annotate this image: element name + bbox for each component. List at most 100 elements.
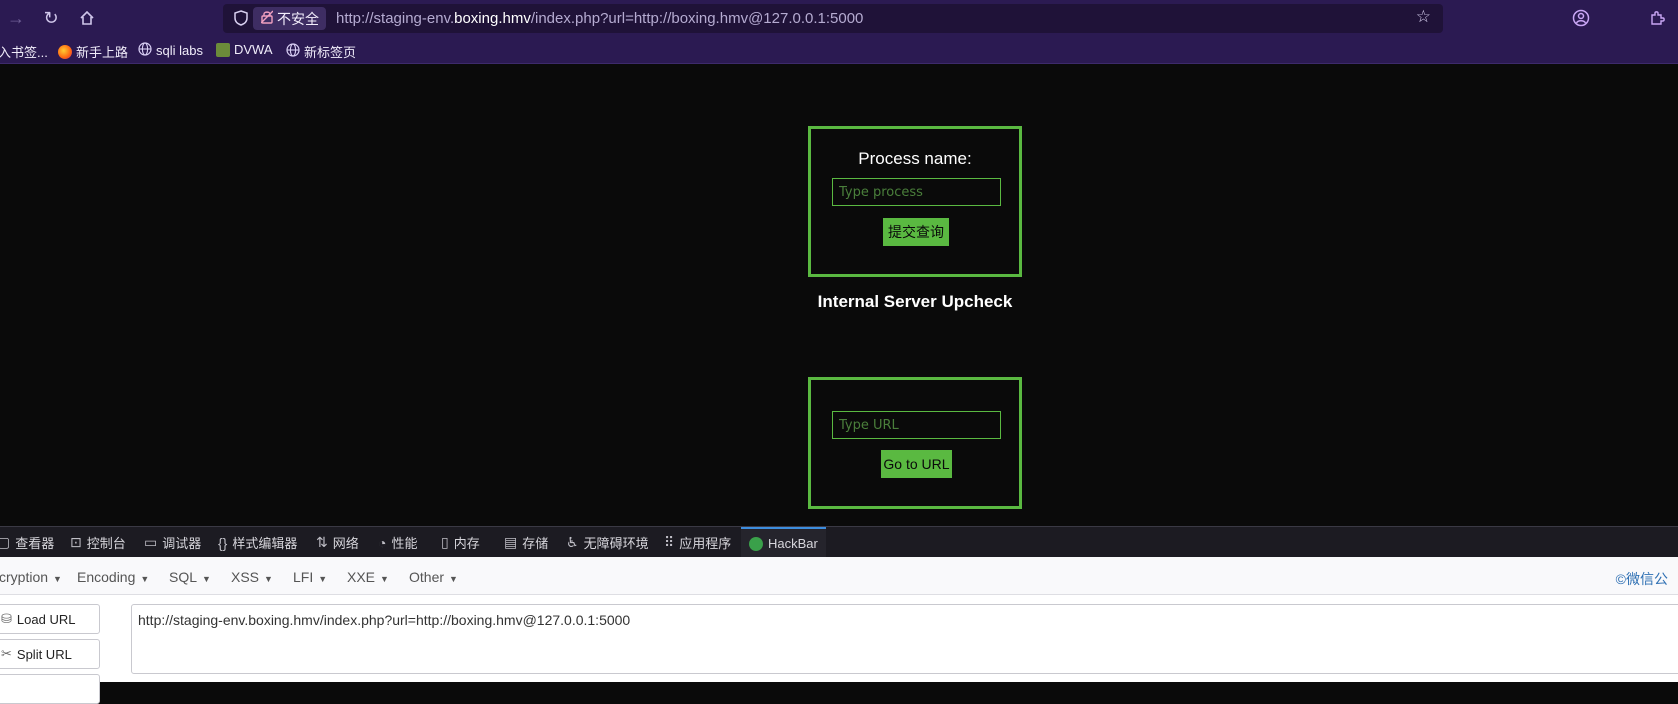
grid-icon: ⠿ xyxy=(664,534,675,550)
menu-label: SQL xyxy=(169,569,198,585)
hackbar-url-textarea[interactable]: http://staging-env.boxing.hmv/index.php?… xyxy=(131,604,1678,674)
credit-link[interactable]: ©微信公 xyxy=(1616,569,1668,589)
tab-label: 内存 xyxy=(453,536,480,551)
url-domain: boxing.hmv xyxy=(454,10,531,27)
go-to-url-button[interactable]: Go to URL xyxy=(881,450,952,478)
menu-encoding[interactable]: Encoding ▼ xyxy=(77,569,149,585)
tab-label: 应用程序 xyxy=(679,536,732,551)
globe-icon xyxy=(286,43,300,60)
network-icon: ⇅ xyxy=(316,534,328,550)
security-indicator[interactable]: 不安全 xyxy=(253,7,326,30)
lock-slash-icon xyxy=(260,10,274,27)
globe-icon xyxy=(138,42,152,59)
caret-down-icon: ▼ xyxy=(140,574,150,584)
forward-icon[interactable]: → xyxy=(4,6,28,30)
url-form-panel: Go to URL xyxy=(808,377,1022,509)
bookmark-label: sqli labs xyxy=(156,43,203,58)
firefox-icon xyxy=(58,44,72,59)
menu-encryption[interactable]: cryption ▼ xyxy=(0,569,62,585)
url-text[interactable]: http://staging-env.boxing.hmv/index.php?… xyxy=(336,10,863,27)
extensions-icon[interactable] xyxy=(1646,7,1668,29)
tab-console[interactable]: ⊡ 控制台 xyxy=(70,527,126,558)
tab-performance[interactable]: ◔ 性能 xyxy=(378,527,417,558)
bookmark-label: DVWA xyxy=(234,42,273,57)
process-name-label: Process name: xyxy=(858,149,972,168)
menu-label: Other xyxy=(409,569,445,585)
button-label: Load URL xyxy=(16,611,76,627)
tab-inspector[interactable]: ▢ 查看器 xyxy=(0,527,54,558)
caret-down-icon: ▼ xyxy=(202,574,211,584)
bookmark-label: 新手上路 xyxy=(76,45,129,60)
menu-lfi[interactable]: LFI ▼ xyxy=(293,569,327,585)
menu-xxe[interactable]: XXE ▼ xyxy=(347,569,389,585)
bookmark-new-tab[interactable]: 新标签页 xyxy=(286,42,356,61)
security-label: 不安全 xyxy=(277,10,319,27)
bookmark-dvwa[interactable]: DVWA xyxy=(216,42,273,57)
bookmark-sqli-labs[interactable]: sqli labs xyxy=(138,42,203,59)
caret-down-icon: ▼ xyxy=(449,574,458,584)
bookmark-label: 新标签页 xyxy=(304,45,357,60)
debugger-icon: ▭ xyxy=(144,534,158,550)
tab-memory[interactable]: ▯ 内存 xyxy=(441,527,480,558)
tab-debugger[interactable]: ▭ 调试器 xyxy=(144,527,201,558)
caret-down-icon: ▼ xyxy=(380,574,389,584)
process-form-panel: Process name: 提交查询 xyxy=(808,126,1022,277)
bookmark-getting-started[interactable]: 新手上路 xyxy=(58,42,128,61)
split-url-button[interactable]: ✂ Split URL xyxy=(0,639,100,669)
menu-label: Encoding xyxy=(77,569,136,585)
account-icon[interactable] xyxy=(1570,7,1592,29)
menu-label: cryption xyxy=(0,569,49,585)
tab-label: 存储 xyxy=(522,536,549,551)
tab-label: 网络 xyxy=(332,536,359,551)
tab-hackbar[interactable]: HackBar xyxy=(741,527,826,558)
tab-application[interactable]: ⠿ 应用程序 xyxy=(664,527,731,558)
submit-query-button[interactable]: 提交查询 xyxy=(883,218,949,246)
reload-icon[interactable]: ↻ xyxy=(39,6,63,30)
url-prefix: http://staging-env. xyxy=(336,10,455,27)
home-icon[interactable] xyxy=(75,6,99,30)
shield-icon[interactable] xyxy=(231,8,251,28)
tab-label: 控制台 xyxy=(86,536,126,551)
hackbar-menu: cryption ▼ Encoding ▼ SQL ▼ XSS ▼ LFI ▼ XXE ▼ … xyxy=(0,557,1678,595)
caret-down-icon: ▼ xyxy=(53,574,62,584)
execute-button[interactable] xyxy=(0,674,100,704)
devtools-tab-bar: ▢ 查看器 ⊡ 控制台 ▭ 调试器 {} 样式编辑器 ⇅ 网络 ◔ 性能 ▯ 内存 ▤ 存储 ♿… xyxy=(0,526,1678,558)
dvwa-icon xyxy=(216,42,230,57)
caret-down-icon: ▼ xyxy=(264,574,273,584)
tab-label: 样式编辑器 xyxy=(232,536,298,551)
menu-label: XXE xyxy=(347,569,376,585)
memory-icon: ▯ xyxy=(441,534,449,550)
page-heading: Internal Server Upcheck xyxy=(817,292,1013,311)
menu-sql[interactable]: SQL ▼ xyxy=(169,569,211,585)
menu-xss[interactable]: XSS ▼ xyxy=(231,569,273,585)
tab-label: 性能 xyxy=(391,536,418,551)
bookmark-star-icon[interactable]: ☆ xyxy=(1416,7,1431,27)
accessibility-icon: ♿ xyxy=(566,534,579,550)
hackbar-icon xyxy=(749,536,763,551)
tab-storage[interactable]: ▤ 存储 xyxy=(504,527,548,558)
tab-label: HackBar xyxy=(768,536,818,551)
tab-label: 无障碍环境 xyxy=(583,536,649,551)
menu-other[interactable]: Other ▼ xyxy=(409,569,458,585)
caret-down-icon: ▼ xyxy=(318,574,328,584)
tab-style-editor[interactable]: {} 样式编辑器 xyxy=(218,527,297,558)
bookmarks-bar: 入书签... 新手上路 sqli labs DVWA 新标签页 xyxy=(0,36,1678,64)
menu-label: XSS xyxy=(231,569,260,585)
process-input[interactable] xyxy=(832,178,1001,206)
storage-icon: ▤ xyxy=(504,534,518,550)
scissors-icon: ✂ xyxy=(1,646,12,661)
tab-network[interactable]: ⇅ 网络 xyxy=(316,527,359,558)
url-suffix: /index.php?url=http://boxing.hmv@127.0.0… xyxy=(530,10,864,27)
url-bar[interactable]: 不安全 http://staging-env.boxing.hmv/index.… xyxy=(223,4,1443,33)
tab-label: 查看器 xyxy=(15,536,55,551)
bookmark-label: 入书签... xyxy=(0,45,48,60)
bookmark-import[interactable]: 入书签... xyxy=(0,42,48,61)
load-icon: ⛁ xyxy=(1,611,12,626)
menu-label: LFI xyxy=(293,569,314,585)
tab-accessibility[interactable]: ♿ 无障碍环境 xyxy=(566,527,649,558)
tab-label: 调试器 xyxy=(162,536,202,551)
console-icon: ⊡ xyxy=(70,534,82,550)
url-input[interactable] xyxy=(832,411,1001,439)
button-label: Split URL xyxy=(16,646,72,662)
load-url-button[interactable]: ⛁ Load URL xyxy=(0,604,100,634)
